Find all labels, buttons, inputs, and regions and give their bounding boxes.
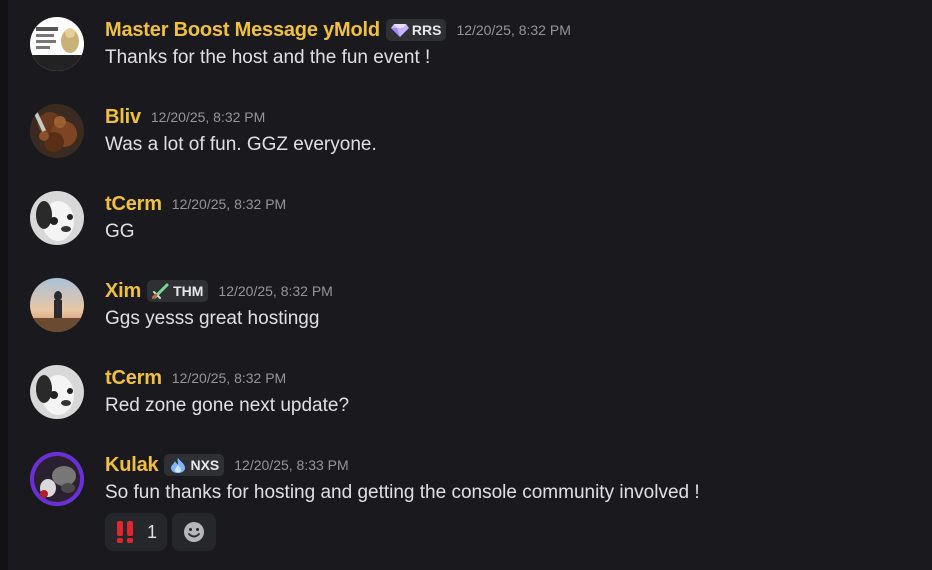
avatar[interactable] [30,452,84,506]
server-sidebar-edge [0,0,8,570]
timestamp[interactable]: 12/20/25, 8:32 PM [172,370,286,386]
double-exclamation-icon [117,521,133,543]
smiley-icon [184,522,205,542]
username[interactable]: tCerm [105,367,162,390]
server-tag-label: NXS [190,457,220,473]
server-tag[interactable]: RRS [385,19,447,41]
timestamp[interactable]: 12/20/25, 8:33 PM [234,457,348,473]
sword-icon [152,283,169,299]
message-content: Red zone gone next update? [105,395,350,416]
reaction-count: 1 [147,521,158,542]
timestamp[interactable]: 12/20/25, 8:32 PM [151,109,265,125]
server-tag-label: RRS [411,22,442,38]
reactions-bar: 1 [105,513,700,551]
avatar[interactable] [30,17,84,71]
username[interactable]: Kulak [105,454,159,477]
server-tag-label: THM [173,283,204,299]
timestamp[interactable]: 12/20/25, 8:32 PM [218,283,332,299]
avatar[interactable] [30,278,84,332]
message-content: So fun thanks for hosting and getting th… [105,482,700,503]
timestamp[interactable]: 12/20/25, 8:32 PM [456,22,570,38]
message-content: Was a lot of fun. GGZ everyone. [105,134,377,155]
avatar[interactable] [30,365,84,419]
username[interactable]: tCerm [105,193,162,216]
gem-icon [390,24,409,37]
username[interactable]: Bliv [105,106,141,129]
timestamp[interactable]: 12/20/25, 8:32 PM [172,196,286,212]
username[interactable]: Master Boost Message yMold [105,19,380,42]
avatar[interactable] [30,191,84,245]
add-reaction-button[interactable] [172,513,217,551]
message-content: Thanks for the host and the fun event ! [105,47,431,68]
server-tag[interactable]: NXS [164,454,225,476]
username[interactable]: Xim [105,280,141,303]
message-content: GG [105,221,135,242]
reaction[interactable]: 1 [105,513,168,551]
message-content: Ggs yesss great hostingg [105,308,320,329]
chat-window: Master Boost Message yMold RRS 12/20/25,… [0,0,932,570]
flame-icon [171,458,186,473]
server-tag[interactable]: THM [147,280,209,302]
avatar[interactable] [30,104,84,158]
